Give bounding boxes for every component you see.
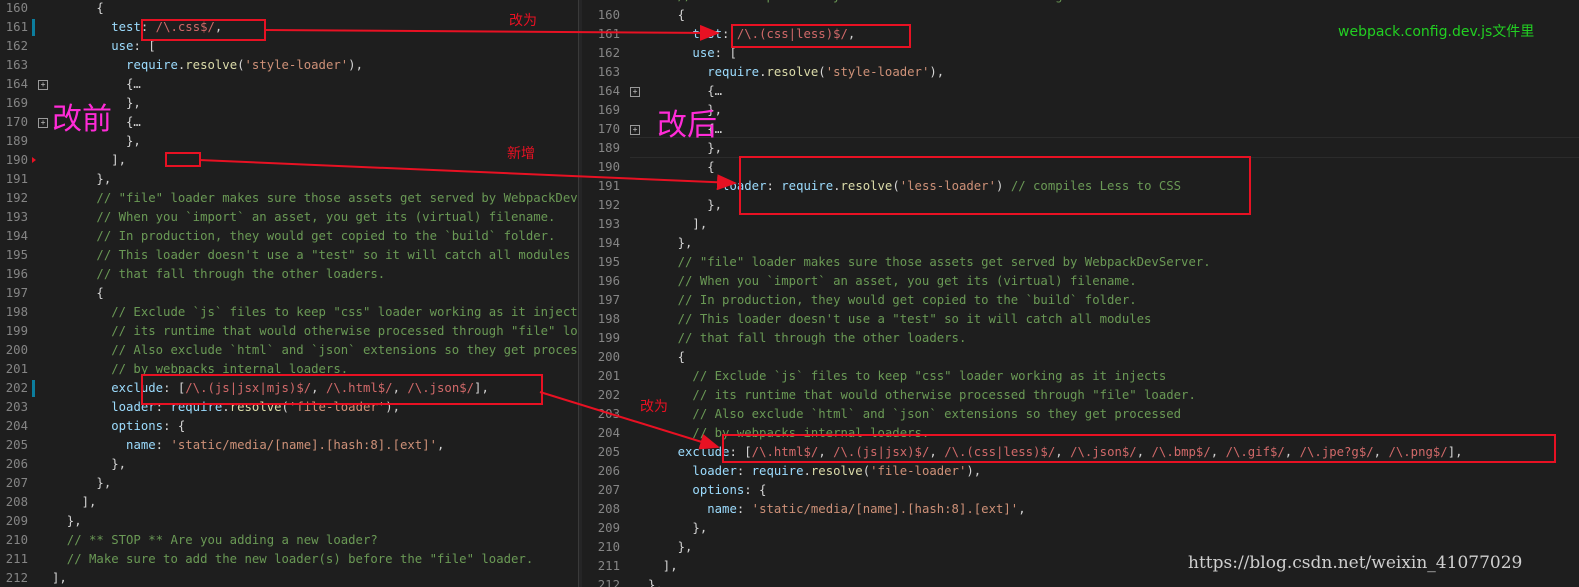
after-label: 改后	[657, 108, 717, 143]
highlight-right-exclude	[722, 434, 1556, 463]
before-label: 改前	[52, 102, 112, 137]
changed-label-top: 改为	[509, 13, 537, 29]
highlight-right-less-loader	[739, 156, 1251, 215]
annotation-arrows	[198, 24, 737, 450]
added-label: 新增	[507, 146, 535, 162]
arrow-test-change	[263, 24, 720, 41]
arrow-exclude-change	[539, 391, 720, 450]
arrow-less-loader-added	[198, 159, 737, 191]
changed-label-bottom: 改为	[640, 399, 668, 415]
watermark-url: https://blog.csdn.net/weixin_41077029	[1188, 553, 1523, 573]
highlight-left-empty-slot	[165, 152, 201, 167]
highlight-right-test	[731, 24, 911, 48]
highlight-left-exclude	[141, 374, 543, 405]
highlight-left-test	[141, 19, 266, 41]
file-name-label: webpack.config.dev.js文件里	[1338, 24, 1535, 40]
